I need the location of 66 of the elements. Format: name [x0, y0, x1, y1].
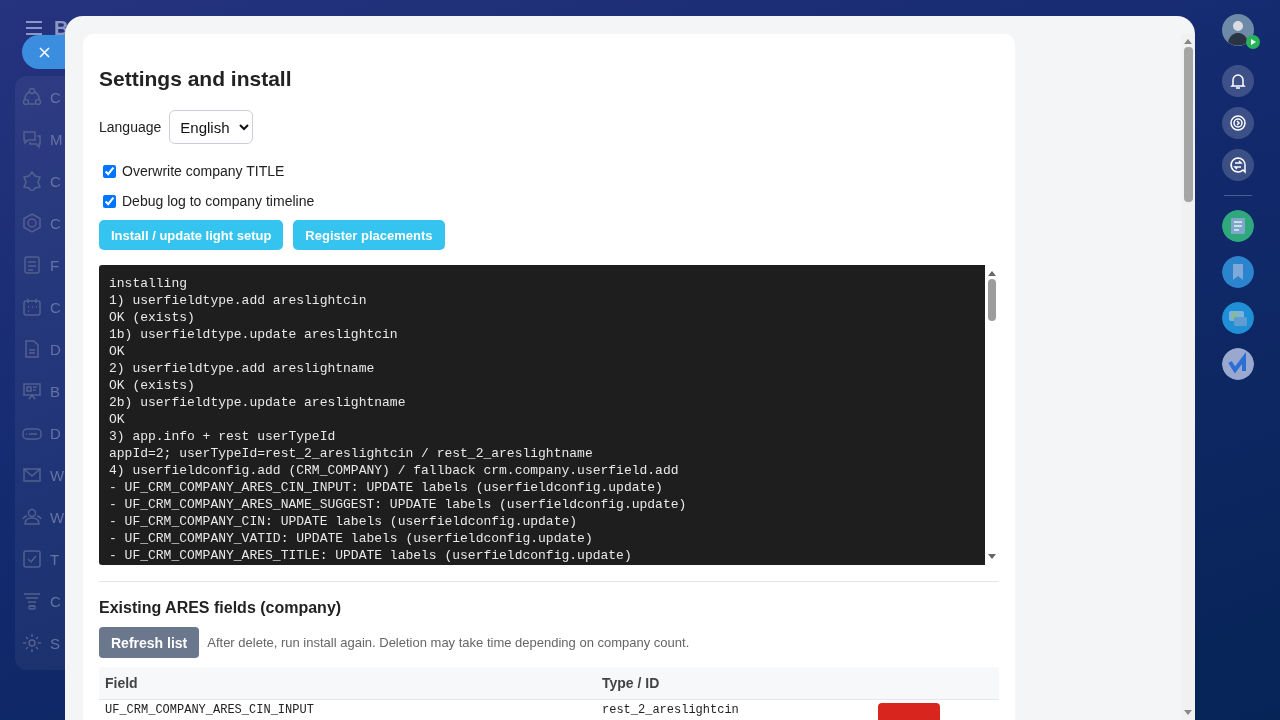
nav-icon[interactable]	[22, 255, 42, 275]
section-title: Existing ARES fields (company)	[99, 598, 343, 618]
sync-button[interactable]	[1221, 107, 1254, 139]
checkmark-app-icon[interactable]	[1221, 348, 1254, 380]
nav-label[interactable]: W	[50, 466, 65, 484]
menu-icon[interactable]	[26, 21, 42, 35]
scroll-down-icon[interactable]	[988, 553, 996, 561]
scroll-down-icon[interactable]	[1184, 709, 1192, 717]
scroll-up-icon[interactable]	[1184, 37, 1192, 45]
nav-label[interactable]: D	[50, 340, 61, 358]
chat-button[interactable]	[1221, 149, 1254, 181]
hint-text: After delete, run install again. Deletion may take time depending on company count.	[207, 635, 690, 650]
nav-icon[interactable]	[22, 297, 42, 317]
table-cell: UF_CRM_COMPANY_ARES_CIN_INPUT	[99, 699, 596, 720]
scrollbar-thumb[interactable]	[1183, 47, 1193, 202]
nav-icon[interactable]	[22, 381, 42, 401]
nav-label[interactable]: C	[50, 298, 61, 316]
checkbox[interactable]	[103, 164, 116, 178]
news-app-icon[interactable]	[1221, 210, 1254, 242]
avatar-icon[interactable]	[1221, 14, 1254, 46]
nav-icon[interactable]	[22, 213, 42, 233]
bell-icon	[1228, 72, 1247, 90]
chat-arrows-icon	[1228, 156, 1247, 174]
checkbox[interactable]	[103, 194, 116, 208]
nav-icon[interactable]	[22, 549, 42, 569]
nav-icon[interactable]	[22, 633, 42, 653]
nav-icon[interactable]	[22, 129, 42, 149]
scroll-up-icon[interactable]	[988, 269, 996, 277]
language-label: Language	[99, 119, 162, 135]
nav-icon[interactable]	[22, 591, 42, 611]
messages-app-icon[interactable]	[1221, 302, 1254, 334]
nav-label[interactable]: C	[50, 172, 61, 190]
nav-icon[interactable]	[22, 171, 42, 191]
action-button[interactable]: Install / update light setup	[99, 220, 284, 250]
nav-label[interactable]: C	[50, 88, 61, 106]
nav-icon[interactable]	[22, 339, 42, 359]
nav-label[interactable]: B	[50, 382, 60, 400]
nav-label[interactable]: S	[50, 634, 60, 652]
brand-logo: B	[54, 16, 69, 40]
checkbox-label: Overwrite company TITLE	[122, 163, 285, 179]
log-text: installing 1) userfieldtype.add areslightcin OK (exists) 1b) userfieldtype.update areslightcin OK 2) userfieldtype.add areslightname OK (exists) 2b) userfieldtype.update areslightname OK 3) app.info + rest userTypeId appId=2; userTypeId=rest_2_areslightcin / rest_2_areslightname 4) userfieldconfig.add (CRM_COMPANY) / fallback crm.company.userfield.add - UF_CRM_COMPANY_ARES_CIN_INPUT: UPDATE labels (userfieldconfig.update) - UF_CRM_COMPANY_ARES_NAME_SUGGEST: UPDATE labels (userfieldconfig.update) - UF_CRM_COMPANY_CIN: UPDATE labels (userfieldconfig.update) - UF_CRM_COMPANY_VATID: UPDATE labels (userfieldconfig.update) - UF_CRM_COMPANY_ARES_TITLE: UPDATE labels (userfieldconfig.update)	[108, 275, 688, 565]
nav-label[interactable]: C	[50, 592, 61, 610]
nav-label[interactable]: D	[50, 424, 61, 442]
notifications-button[interactable]	[1221, 65, 1254, 97]
nav-label[interactable]: M	[50, 130, 63, 148]
table-cell: rest_2_areslightcin	[596, 699, 872, 720]
scrollbar-thumb[interactable]	[988, 279, 996, 321]
column-header: Field	[99, 667, 596, 700]
nav-icon[interactable]	[22, 507, 42, 527]
close-button[interactable]	[22, 35, 65, 69]
language-select[interactable]: English	[169, 110, 254, 144]
nav-label[interactable]: C	[50, 214, 61, 232]
refresh-button[interactable]: Refresh list	[99, 627, 200, 658]
play-badge-icon	[1245, 35, 1260, 49]
nav-icon[interactable]	[22, 87, 42, 107]
nav-label[interactable]: W	[50, 508, 65, 526]
nav-label[interactable]: F	[50, 256, 60, 274]
nav-label[interactable]: T	[50, 550, 60, 568]
checkbox-label: Debug log to company timeline	[122, 193, 315, 209]
nav-icon[interactable]	[22, 465, 42, 485]
close-icon	[39, 46, 50, 58]
bookmark-app-icon[interactable]	[1221, 256, 1254, 288]
panel-title: Settings and install	[99, 66, 293, 92]
column-header: Type / ID	[596, 667, 872, 700]
scrollbar[interactable]	[1181, 34, 1195, 720]
action-button[interactable]: Register placements	[293, 220, 445, 250]
